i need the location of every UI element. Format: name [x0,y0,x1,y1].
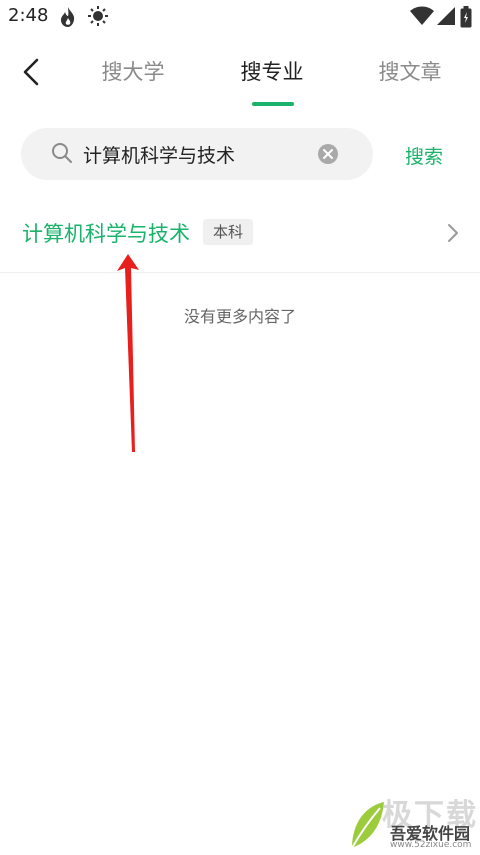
wifi-icon [410,6,434,30]
chevron-right-icon [444,222,462,248]
degree-badge: 本科 [203,219,254,245]
annotation-arrow-icon [117,254,139,452]
search-button[interactable]: 搜索 [405,142,443,169]
status-time: 2:48 [8,5,49,26]
tab-search-article[interactable]: 搜文章 [360,56,460,86]
search-box[interactable]: 计算机科学与技术 [21,128,373,180]
result-title: 计算机科学与技术 [22,222,190,246]
clear-icon[interactable] [317,143,339,169]
search-input[interactable]: 计算机科学与技术 [83,141,235,168]
list-item[interactable]: 计算机科学与技术 本科 [0,204,480,273]
flame-icon [58,6,78,32]
status-bar: 2:48 [0,0,480,34]
tab-search-university[interactable]: 搜大学 [83,56,183,86]
active-tab-indicator [252,102,294,106]
tab-search-major[interactable]: 搜专业 [222,56,322,86]
back-button[interactable] [14,54,50,90]
signal-icon [437,6,455,30]
search-icon [51,142,73,168]
no-more-content-text: 没有更多内容了 [183,307,296,326]
battery-icon [460,6,472,32]
watermark-url: www.52zixue.com [390,840,472,850]
top-nav: 搜大学 搜专业 搜文章 [0,40,480,110]
watermark-logo: 极下载 吾爱软件园 www.52zixue.com [342,790,480,855]
chevron-left-icon [23,58,39,86]
brightness-icon [88,6,108,30]
